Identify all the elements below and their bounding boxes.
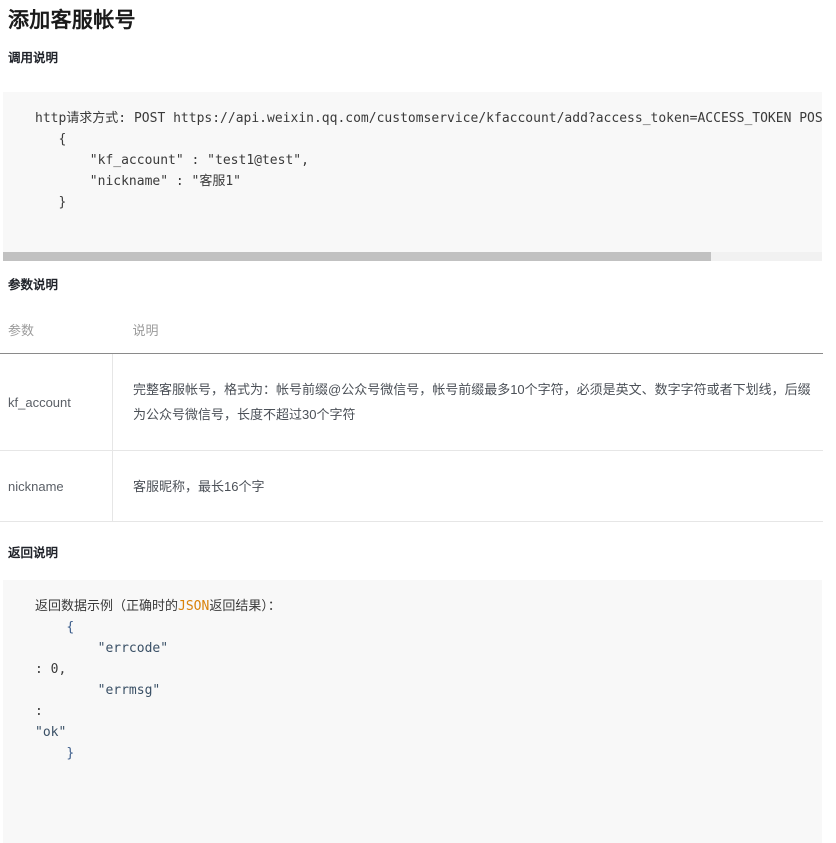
code-token-brace: }	[66, 746, 75, 761]
code-line-0: http请求方式: POST https://api.weixin.qq.com…	[35, 111, 822, 126]
request-code-text: http请求方式: POST https://api.weixin.qq.com…	[3, 92, 822, 213]
section-heading-params: 参数说明	[8, 278, 59, 292]
request-code-block: http请求方式: POST https://api.weixin.qq.com…	[3, 92, 822, 252]
code-line-3: : 0,	[35, 662, 67, 677]
code-line-4: "errmsg"	[35, 683, 161, 698]
cell-param-name: nickname	[0, 450, 113, 522]
section-heading-return: 返回说明	[8, 546, 59, 560]
cell-param-description: 客服昵称，最长16个字	[112, 450, 823, 522]
code-line-6: "ok"	[35, 725, 66, 740]
code-line-0: 返回数据示例（正确时的JSON返回结果）：	[35, 599, 281, 614]
params-table-body: kf_account 完整客服帐号，格式为：帐号前缀@公众号微信号，帐号前缀最多…	[0, 353, 823, 522]
code-token-highlight: JSON	[178, 599, 210, 614]
code-token-brace: {	[66, 620, 75, 635]
code-token-string: "errmsg"	[97, 683, 161, 698]
params-table: 参数 说明 kf_account 完整客服帐号，格式为：帐号前缀@公众号微信号，…	[0, 312, 823, 522]
code-line-2: "errcode"	[35, 641, 168, 656]
params-table-head: 参数 说明	[0, 312, 823, 354]
response-code-block: 返回数据示例（正确时的JSON返回结果）： { "errcode" : 0, "…	[3, 580, 822, 843]
code-line-1: {	[35, 132, 67, 147]
cell-param-name: kf_account	[0, 353, 113, 451]
code-line-4: }	[35, 195, 67, 210]
column-header-param: 参数	[0, 312, 113, 354]
code-line-3: "nickname" : "客服1"	[35, 174, 242, 189]
table-row: nickname 客服昵称，最长16个字	[0, 450, 823, 522]
code-line-5: :	[35, 704, 43, 719]
cell-param-description: 完整客服帐号，格式为：帐号前缀@公众号微信号，帐号前缀最多10个字符，必须是英文…	[112, 353, 823, 451]
code-line-7: }	[35, 746, 74, 761]
table-row: kf_account 完整客服帐号，格式为：帐号前缀@公众号微信号，帐号前缀最多…	[0, 353, 823, 451]
api-doc-page: 添加客服帐号 调用说明 http请求方式: POST https://api.w…	[0, 0, 836, 843]
table-header-row: 参数 说明	[0, 312, 823, 354]
section-heading-call: 调用说明	[8, 51, 59, 65]
code-line-2: "kf_account" : "test1@test",	[35, 153, 309, 168]
response-code-text: 返回数据示例（正确时的JSON返回结果）： { "errcode" : 0, "…	[3, 580, 822, 764]
page-title: 添加客服帐号	[8, 9, 136, 32]
code-token-string: "errcode"	[97, 641, 169, 656]
code-token-string: "ok"	[35, 725, 67, 740]
code-horizontal-scrollbar[interactable]	[3, 252, 822, 261]
code-line-1: {	[35, 620, 74, 635]
scrollbar-thumb[interactable]	[3, 252, 712, 261]
column-header-description: 说明	[112, 312, 823, 354]
